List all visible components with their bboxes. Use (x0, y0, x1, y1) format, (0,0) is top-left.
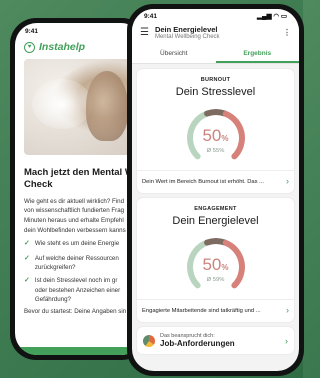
card-kicker: ENGAGEMENT (194, 206, 237, 212)
card-description-link[interactable]: Dein Wert im Bereich Burnout ist erhöht.… (137, 170, 294, 193)
back-phone-screen: 9:41 ♥ Instahelp Mach jetzt den Mental W… (15, 23, 143, 355)
privacy-note: Bevor du startest: Deine Angaben sin (24, 308, 127, 316)
card-kicker: BURNOUT (200, 77, 231, 83)
result-card-engagement: ENGAGEMENT Dein Energielevel 50% Ø 59% E… (137, 198, 294, 322)
energy-gauge: 50% Ø 59% (168, 231, 264, 293)
demands-title: Job-Anforderungen (160, 339, 235, 348)
status-time: 9:41 (144, 12, 158, 20)
pie-chart-icon (143, 334, 155, 347)
header-subtitle: Mental Wellbeing Check (154, 34, 220, 40)
front-phone: 9:41 ▂▄▆ ◠ ▭ ☰ Dein Energielevel Mental … (127, 4, 304, 376)
intro-text: Wie geht es dir aktuell wirklich? Find v… (24, 197, 126, 234)
tab-uebersicht[interactable]: Übersicht (132, 45, 216, 63)
more-options-icon[interactable]: ⋮ (283, 28, 291, 37)
tab-bar: Übersicht Ergebnis (132, 45, 299, 64)
result-card-burnout: BURNOUT Dein Stresslevel 50% Ø 55% Dein … (137, 69, 294, 193)
chevron-right-icon: › (286, 305, 289, 315)
hero-image (24, 59, 134, 155)
chevron-right-icon: › (286, 176, 289, 186)
status-time: 9:41 (25, 27, 39, 35)
signal-battery-icon: ▂▄▆ ◠ ▭ (256, 13, 287, 20)
status-bar: 9:41 ▂▄▆ ◠ ▭ (132, 9, 299, 23)
stress-gauge: 50% Ø 55% (168, 102, 264, 164)
gauge-level-marker (203, 238, 228, 246)
app-header: ☰ Dein Energielevel Mental Wellbeing Che… (132, 23, 299, 45)
front-phone-screen: 9:41 ▂▄▆ ◠ ▭ ☰ Dein Energielevel Mental … (132, 9, 299, 371)
card-title: Dein Energielevel (172, 215, 259, 227)
gauge-average: Ø 59% (206, 277, 225, 283)
list-item: ✓ Wie steht es um deine Energie (15, 235, 143, 250)
gauge-average: Ø 55% (206, 148, 225, 154)
list-item: ✓ Auf welche deiner Ressourcen zurückgrei… (24, 254, 119, 271)
header-title: Dein Energielevel (154, 25, 218, 34)
check-icon: ✓ (24, 240, 30, 248)
brand-name: Instahelp (39, 41, 86, 53)
check-icon: ✓ (24, 254, 30, 262)
status-bar: 9:41 (15, 23, 143, 39)
chevron-right-icon: › (285, 335, 288, 346)
menu-icon[interactable]: ☰ (140, 27, 149, 38)
gauge-level-marker (203, 109, 228, 117)
gauge-value: 50% (202, 126, 229, 145)
brand-logo[interactable]: ♥ Instahelp (15, 39, 143, 59)
card-description-link[interactable]: Engagierte Mitarbeitende sind tatkräftig… (137, 299, 294, 322)
list-item: ✓ Ist dein Stresslevel noch im gr oder be… (24, 277, 121, 303)
gauge-value: 50% (202, 255, 229, 274)
instahelp-logo-icon: ♥ (24, 41, 35, 53)
card-title: Dein Stresslevel (175, 86, 256, 98)
page-heading: Mach jetzt den Mental W Check (24, 167, 134, 191)
check-icon: ✓ (24, 277, 30, 285)
demands-card[interactable]: Das beansprucht dich: Job-Anforderungen … (137, 327, 294, 354)
bottom-action-bar[interactable] (15, 347, 143, 355)
tab-ergebnis[interactable]: Ergebnis (215, 45, 299, 63)
